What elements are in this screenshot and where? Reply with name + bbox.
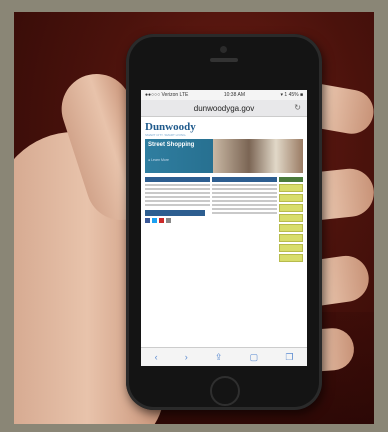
- site-logo[interactable]: Dunwoody: [145, 121, 303, 133]
- content-columns: [145, 177, 303, 264]
- text-line: [212, 188, 277, 190]
- sidebar-header: [279, 177, 303, 182]
- text-line: [212, 208, 277, 210]
- facebook-icon[interactable]: [145, 218, 150, 223]
- photo: ●●○○○ Verizon LTE 10:38 AM ▾ 1 45% ■ dun…: [14, 12, 374, 424]
- hero-image: [213, 139, 303, 173]
- text-line: [212, 192, 277, 194]
- sidebar-button[interactable]: [279, 244, 303, 252]
- site-tagline: SMART CITY. SMART LIVING.: [145, 133, 187, 137]
- sidebar-button[interactable]: [279, 204, 303, 212]
- sidebar: [279, 177, 303, 264]
- sidebar-button[interactable]: [279, 184, 303, 192]
- rss-icon[interactable]: [166, 218, 171, 223]
- social-icons: [145, 218, 210, 223]
- hero-title: Street Shopping: [148, 142, 195, 148]
- sidebar-button[interactable]: [279, 194, 303, 202]
- text-line: [145, 184, 210, 186]
- hero-link[interactable]: ● Learn More: [148, 158, 210, 162]
- sidebar-button[interactable]: [279, 254, 303, 262]
- front-camera-icon: [220, 46, 227, 53]
- column-header: [212, 177, 277, 182]
- status-bar: ●●○○○ Verizon LTE 10:38 AM ▾ 1 45% ■: [141, 90, 307, 100]
- smartphone: ●●○○○ Verizon LTE 10:38 AM ▾ 1 45% ■ dun…: [126, 34, 322, 410]
- youtube-icon[interactable]: [159, 218, 164, 223]
- text-line: [212, 184, 277, 186]
- web-page: Dunwoody SMART CITY. SMART LIVING. Stree…: [141, 117, 307, 266]
- photo-frame: ●●○○○ Verizon LTE 10:38 AM ▾ 1 45% ■ dun…: [0, 0, 388, 432]
- phone-screen: ●●○○○ Verizon LTE 10:38 AM ▾ 1 45% ■ dun…: [141, 90, 307, 366]
- sidebar-button[interactable]: [279, 234, 303, 242]
- news-column: [145, 177, 210, 264]
- home-button[interactable]: [210, 376, 240, 406]
- text-line: [212, 212, 277, 214]
- forward-icon[interactable]: ›: [185, 352, 188, 362]
- address-bar[interactable]: dunwoodyga.gov ↻: [141, 100, 307, 117]
- hero-banner[interactable]: Street Shopping ● Learn More: [145, 139, 303, 173]
- carrier-label: ●●○○○ Verizon LTE: [145, 92, 189, 98]
- text-line: [212, 200, 277, 202]
- battery-indicator: ▾ 1 45% ■: [280, 92, 304, 98]
- earpiece-speaker: [210, 58, 238, 62]
- share-icon[interactable]: ⇪: [215, 352, 223, 363]
- text-line: [145, 196, 210, 198]
- back-icon[interactable]: ‹: [155, 352, 158, 362]
- column-header: [145, 177, 210, 182]
- events-column: [212, 177, 277, 264]
- social-header: [145, 210, 205, 216]
- hero-text: Street Shopping ● Learn More: [145, 139, 213, 173]
- twitter-icon[interactable]: [152, 218, 157, 223]
- reload-icon[interactable]: ↻: [294, 103, 301, 112]
- sidebar-button[interactable]: [279, 224, 303, 232]
- status-time: 10:38 AM: [223, 92, 245, 98]
- text-line: [212, 204, 277, 206]
- text-line: [212, 196, 277, 198]
- text-line: [145, 200, 210, 202]
- sidebar-button[interactable]: [279, 214, 303, 222]
- text-line: [145, 204, 210, 206]
- browser-toolbar: ‹ › ⇪ ▢ ❐: [141, 347, 307, 366]
- url-text: dunwoodyga.gov: [193, 103, 255, 113]
- bookmarks-icon[interactable]: ▢: [250, 352, 259, 363]
- tabs-icon[interactable]: ❐: [285, 352, 293, 363]
- text-line: [145, 188, 210, 190]
- text-line: [145, 192, 210, 194]
